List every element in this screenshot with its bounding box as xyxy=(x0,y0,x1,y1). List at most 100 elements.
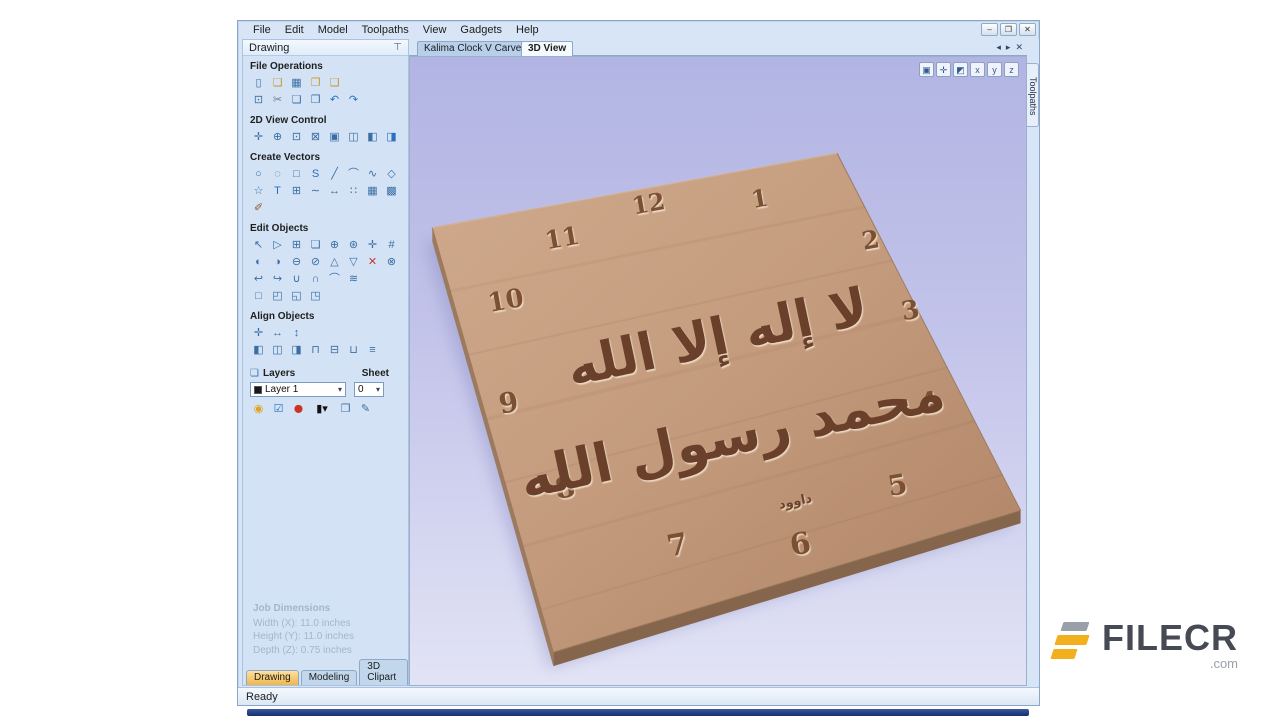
cut-icon[interactable]: ✂ xyxy=(269,92,286,108)
menu-edit[interactable]: Edit xyxy=(278,23,311,37)
3d-viewport[interactable]: ▣✛◩xyz xyxy=(409,56,1027,686)
transform-icon[interactable]: ⊞ xyxy=(288,237,305,253)
group-icon[interactable]: ◐ xyxy=(250,254,267,270)
array-copy-icon[interactable]: ▦ xyxy=(364,183,381,199)
draw-freehand-icon[interactable]: ∿ xyxy=(364,166,381,182)
draw-rectangle-icon[interactable]: □ xyxy=(288,166,305,182)
join-vectors-icon[interactable]: ↩ xyxy=(250,271,267,287)
tab-drawing[interactable]: Drawing xyxy=(246,670,299,685)
fillet-icon[interactable]: ⌒ xyxy=(326,271,343,287)
sheet-select[interactable]: 0 ▾ xyxy=(354,382,384,397)
tab-next-icon[interactable]: ▸ xyxy=(1006,42,1011,53)
draw-ellipse-icon[interactable]: ◌ xyxy=(269,166,286,182)
zoom-selection-icon[interactable]: ⊠ xyxy=(307,129,324,145)
menu-file[interactable]: File xyxy=(246,23,278,37)
layer-color-swatch[interactable]: ▮▾ xyxy=(310,401,334,417)
menu-help[interactable]: Help xyxy=(509,23,546,37)
move-icon[interactable]: ✛ xyxy=(364,237,381,253)
zoom-window-icon[interactable]: ⊡ xyxy=(288,129,305,145)
pan-view-icon[interactable]: ✛ xyxy=(936,62,951,77)
tab-prev-icon[interactable]: ◂ xyxy=(996,42,1001,53)
text-box-icon[interactable]: ⊞ xyxy=(288,183,305,199)
open-file-icon[interactable]: ❏ xyxy=(269,75,286,91)
minimize-button[interactable]: – xyxy=(981,23,998,36)
menu-model[interactable]: Model xyxy=(311,23,355,37)
restore-button[interactable]: ❐ xyxy=(1000,23,1017,36)
vector-texture-icon[interactable]: ✐ xyxy=(250,200,267,216)
draw-arc-icon[interactable]: ⌒ xyxy=(345,166,362,182)
save-file-icon[interactable]: ▦ xyxy=(288,75,305,91)
align-right-icon[interactable]: ◨ xyxy=(288,342,305,358)
insert-symbol-icon[interactable]: ∷ xyxy=(345,183,362,199)
delete-icon[interactable]: ✕ xyxy=(364,254,381,270)
trim-icon[interactable]: △ xyxy=(326,254,343,270)
nesting-icon[interactable]: □ xyxy=(250,288,267,304)
close-button[interactable]: ✕ xyxy=(1019,23,1036,36)
tab-3d-view[interactable]: 3D View xyxy=(521,41,573,56)
offset-icon[interactable]: ⊕ xyxy=(326,237,343,253)
tab-kalima-clock-v-carve[interactable]: Kalima Clock V Carve xyxy=(417,41,528,56)
weld-icon[interactable]: ⊖ xyxy=(288,254,305,270)
zoom-icon[interactable]: ⊕ xyxy=(269,129,286,145)
export-vectors-icon[interactable]: ❑ xyxy=(326,75,343,91)
intersection-icon[interactable]: ∩ xyxy=(307,271,324,287)
block-array-icon[interactable]: ▩ xyxy=(383,183,400,199)
new-file-icon[interactable]: ▯ xyxy=(250,75,267,91)
iso-view-icon[interactable]: ◩ xyxy=(953,62,968,77)
layer-select[interactable]: Layer 1 ▾ xyxy=(250,382,346,397)
zoom-extents-icon[interactable]: ▣ xyxy=(326,129,343,145)
view-scale-icon[interactable]: ◫ xyxy=(345,129,362,145)
ungroup-icon[interactable]: ◑ xyxy=(269,254,286,270)
close-vector-icon[interactable]: ↪ xyxy=(269,271,286,287)
dimension-icon[interactable]: ↔ xyxy=(326,183,343,199)
undo-icon[interactable]: ↶ xyxy=(326,92,343,108)
draw-text-icon[interactable]: T xyxy=(269,183,286,199)
align-horizontal-icon[interactable]: ↔ xyxy=(269,325,286,341)
align-left-icon[interactable]: ◧ xyxy=(250,342,267,358)
tab-toolpaths[interactable]: Toolpaths xyxy=(1027,63,1039,127)
center-in-material-icon[interactable]: ✛ xyxy=(250,325,267,341)
fit-to-curve-icon[interactable]: ◰ xyxy=(269,288,286,304)
extend-icon[interactable]: ▽ xyxy=(345,254,362,270)
space-evenly-icon[interactable]: ≡ xyxy=(364,342,381,358)
pan-icon[interactable]: ✛ xyxy=(250,129,267,145)
scale-icon[interactable]: ⊛ xyxy=(345,237,362,253)
draw-line-icon[interactable]: ╱ xyxy=(326,166,343,182)
menu-gadgets[interactable]: Gadgets xyxy=(453,23,509,37)
align-vertical-icon[interactable]: ↕ xyxy=(288,325,305,341)
subtract-icon[interactable]: ⊘ xyxy=(307,254,324,270)
layer-active-checkbox[interactable]: ☑ xyxy=(270,401,287,417)
draw-circle-icon[interactable]: ○ xyxy=(250,166,267,182)
select-icon[interactable]: ↖ xyxy=(250,237,267,253)
tab-modeling[interactable]: Modeling xyxy=(301,670,358,685)
edit-layers-icon[interactable]: ✎ xyxy=(357,401,374,417)
z-axis-view-icon[interactable]: z xyxy=(1004,62,1019,77)
tab-close-icon[interactable]: ✕ xyxy=(1015,42,1023,53)
draw-polygon-icon[interactable]: ◇ xyxy=(383,166,400,182)
menu-toolpaths[interactable]: Toolpaths xyxy=(355,23,416,37)
copy-sheet-icon[interactable]: ❐ xyxy=(337,401,354,417)
tab-3d-clipart[interactable]: 3D Clipart xyxy=(359,659,408,685)
job-setup-icon[interactable]: ⊡ xyxy=(250,92,267,108)
draw-star-icon[interactable]: ☆ xyxy=(250,183,267,199)
zoom-extents-view-icon[interactable]: ▣ xyxy=(919,62,934,77)
text-on-curve-icon[interactable]: ∼ xyxy=(307,183,324,199)
layer-visibility-icon[interactable]: ◉ xyxy=(250,401,267,417)
menu-view[interactable]: View xyxy=(416,23,454,37)
measure-icon[interactable]: ❏ xyxy=(307,237,324,253)
align-top-icon[interactable]: ⊓ xyxy=(307,342,324,358)
toggle-2d-3d-icon[interactable]: ◨ xyxy=(383,129,400,145)
align-bottom-icon[interactable]: ⊔ xyxy=(345,342,362,358)
x-axis-view-icon[interactable]: x xyxy=(970,62,985,77)
import-vectors-icon[interactable]: ❐ xyxy=(307,75,324,91)
paste-icon[interactable]: ❐ xyxy=(307,92,324,108)
layer-lock-icon[interactable]: ⬤ xyxy=(290,401,307,417)
align-middle-icon[interactable]: ⊟ xyxy=(326,342,343,358)
copy-icon[interactable]: ❏ xyxy=(288,92,305,108)
pin-icon[interactable]: ⊤ xyxy=(393,42,402,53)
draw-curve-icon[interactable]: S xyxy=(307,166,324,182)
redo-icon[interactable]: ↷ xyxy=(345,92,362,108)
smooth-icon[interactable]: ≋ xyxy=(345,271,362,287)
union-icon[interactable]: ∪ xyxy=(288,271,305,287)
node-edit-icon[interactable]: ▷ xyxy=(269,237,286,253)
